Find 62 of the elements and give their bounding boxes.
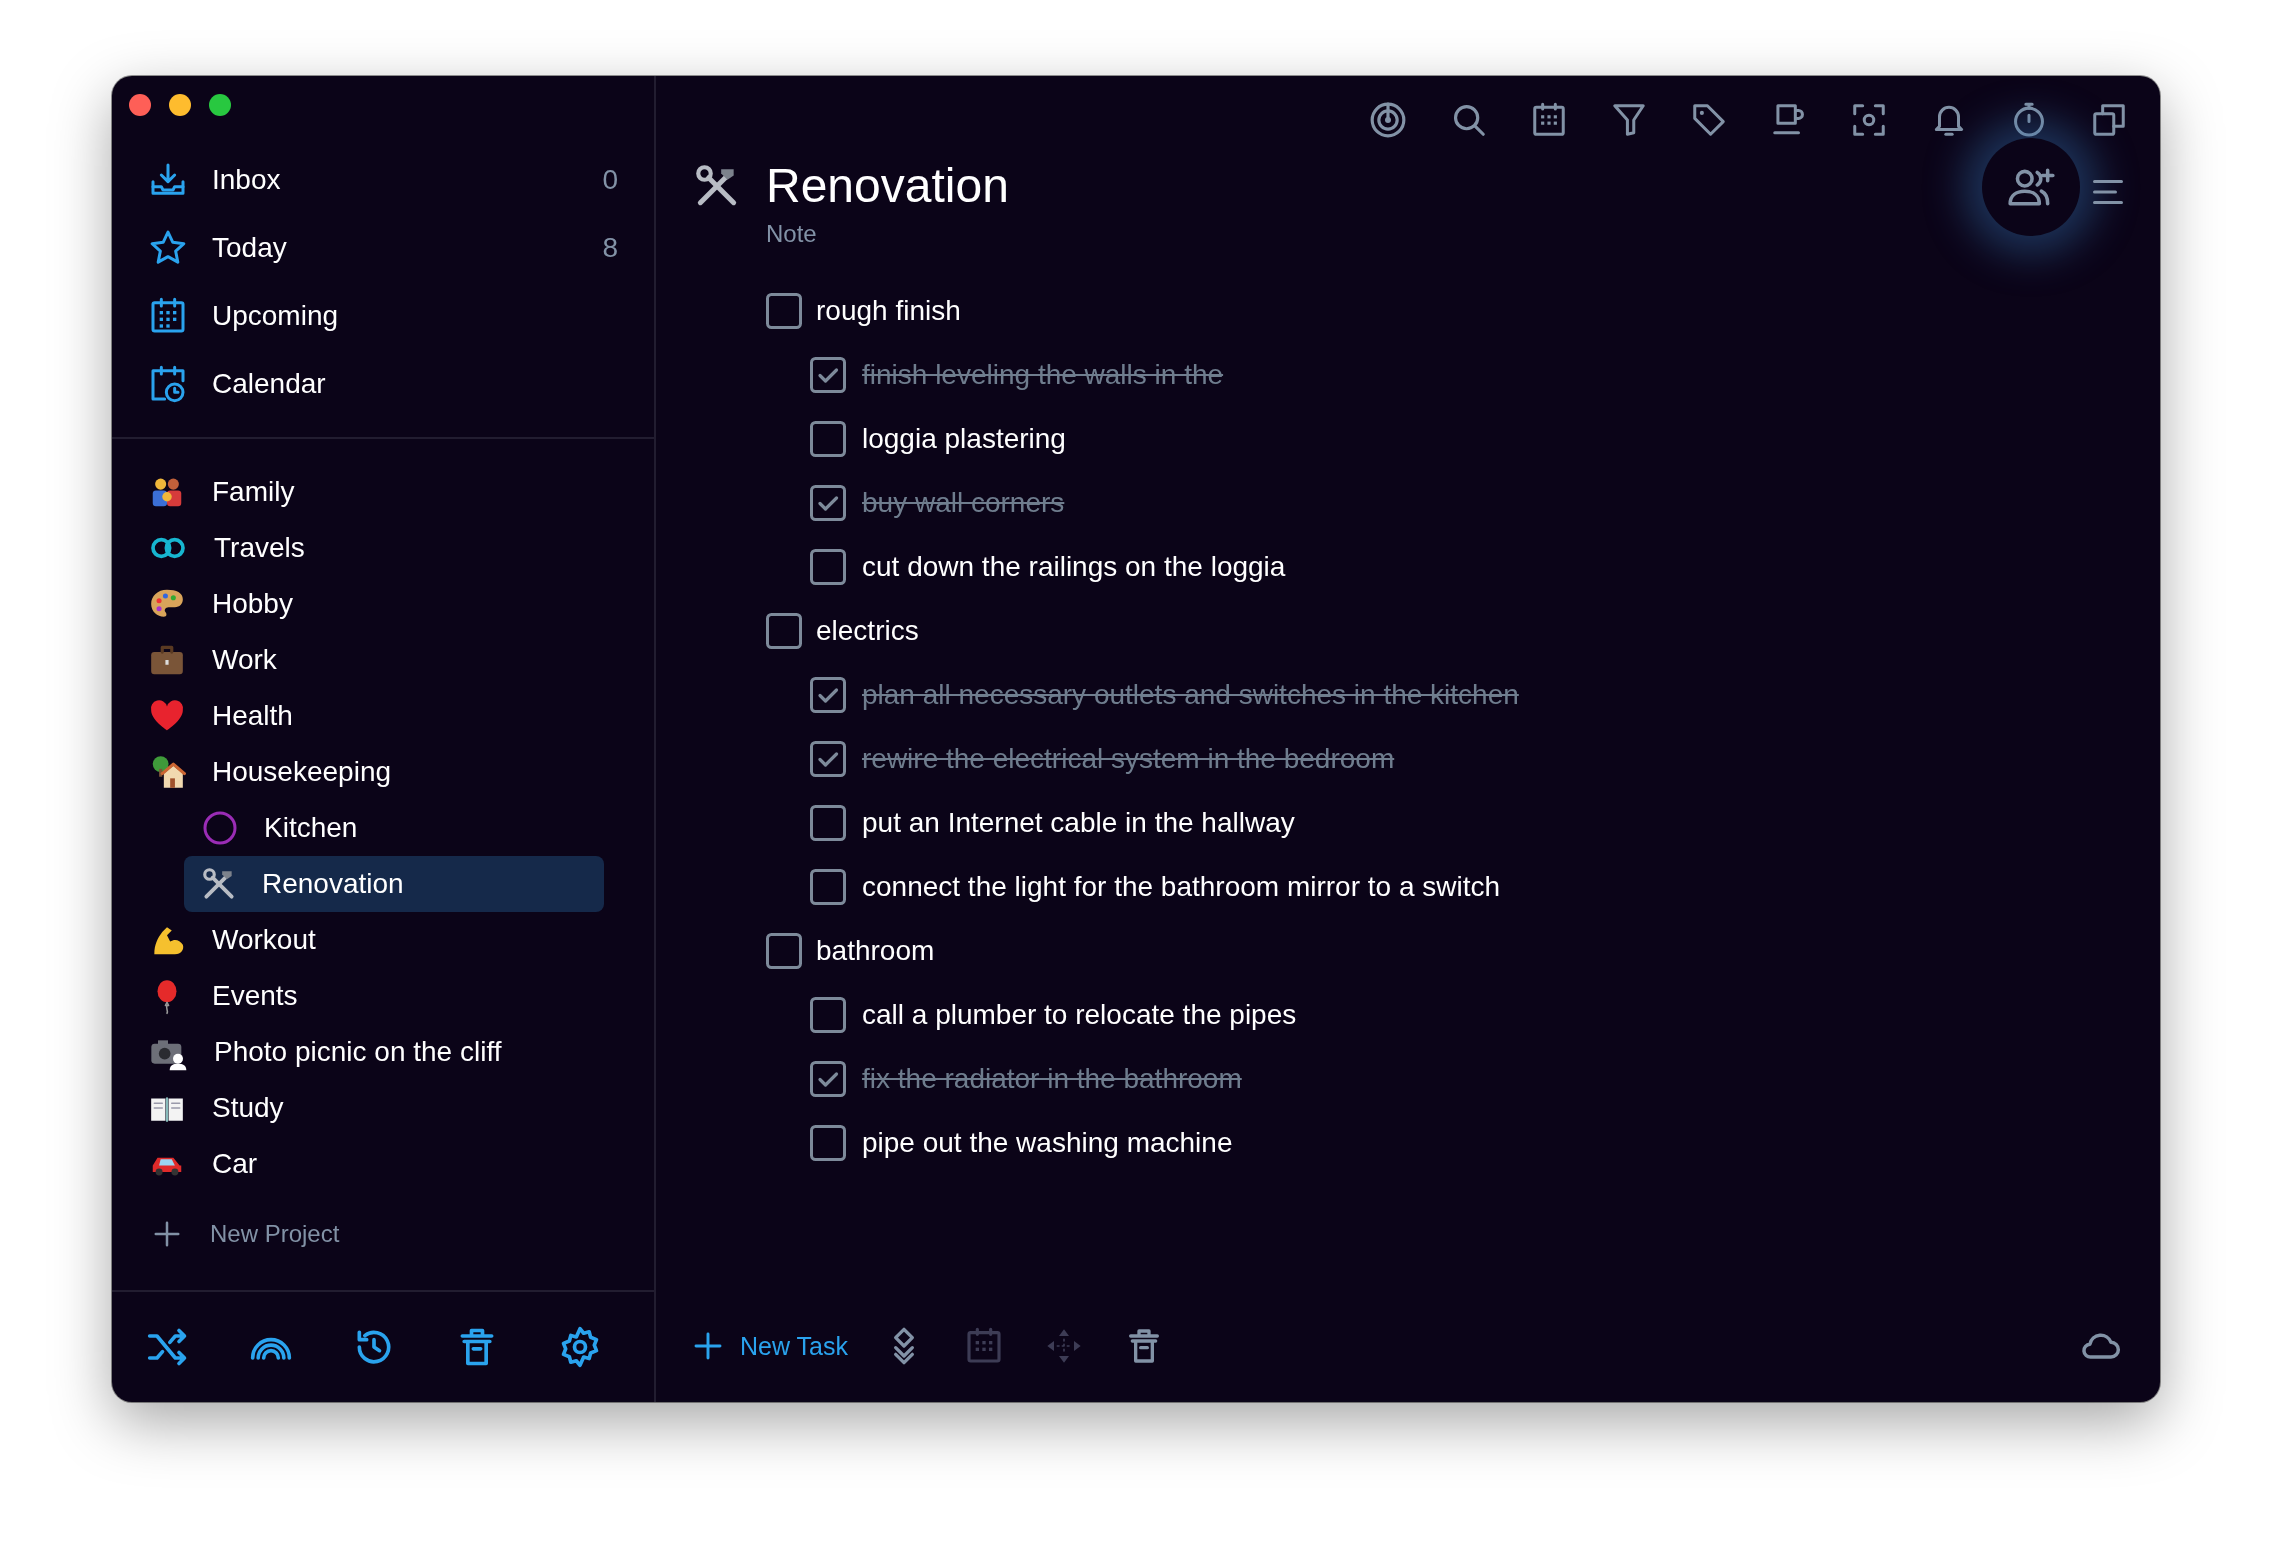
project-item[interactable]: Kitchen	[184, 800, 604, 856]
project-title: Renovation	[766, 158, 1009, 213]
task-label: loggia plastering	[862, 423, 1066, 455]
project-item[interactable]: Events	[112, 968, 604, 1024]
nav-item[interactable]: Inbox	[212, 164, 579, 196]
task-label: fix the radiator in the bathroom	[862, 1063, 1242, 1095]
task-label: electrics	[816, 615, 919, 647]
project-item[interactable]: Family	[112, 464, 604, 520]
project-item[interactable]: Workout	[112, 912, 604, 968]
project-item[interactable]: Work	[112, 632, 604, 688]
task-label: bathroom	[816, 935, 935, 967]
zoom-button[interactable]	[209, 94, 231, 116]
task-label: connect the light for the bathroom mirror to a switch	[862, 871, 1501, 903]
task-label: pipe out the washing machine	[862, 1127, 1233, 1159]
project-item[interactable]: Photo picnic on the cliff	[112, 1024, 604, 1080]
task-label: rough finish	[816, 295, 961, 327]
task-label: plan all necessary outlets and switches in the kitchen	[862, 679, 1519, 711]
project-item[interactable]: Health	[112, 688, 604, 744]
checkbox[interactable]	[810, 869, 846, 905]
project-item[interactable]: Car	[112, 1136, 604, 1192]
checkbox[interactable]	[810, 1125, 846, 1161]
checkbox[interactable]	[810, 741, 846, 777]
task-label: rewire the electrical system in the bedroom	[862, 743, 1395, 775]
close-button[interactable]	[129, 94, 151, 116]
plus-icon	[692, 1330, 724, 1362]
project-item[interactable]: Housekeeping	[112, 744, 604, 800]
minimize-button[interactable]	[169, 94, 191, 116]
checkbox[interactable]	[766, 933, 802, 969]
project-item[interactable]: Hobby	[112, 576, 604, 632]
new-project-button[interactable]: New Project	[112, 1206, 654, 1262]
project-item[interactable]: Renovation	[184, 856, 604, 912]
calendar-icon[interactable]	[1530, 101, 1568, 139]
note-field[interactable]: Note	[766, 219, 1166, 249]
tag-icon[interactable]	[1690, 101, 1728, 139]
task-label: call a plumber to relocate the pipes	[862, 999, 1297, 1031]
task-label: buy wall corners	[862, 487, 1065, 519]
nav-item[interactable]: Upcoming	[212, 300, 618, 332]
task-label: put an Internet cable in the hallway	[862, 807, 1295, 839]
project-item[interactable]: Study	[112, 1080, 604, 1136]
checkbox[interactable]	[766, 613, 802, 649]
focus-icon[interactable]	[1850, 101, 1888, 139]
filter-icon[interactable]	[1610, 101, 1648, 139]
checkbox[interactable]	[810, 357, 846, 393]
checkbox[interactable]	[810, 1061, 846, 1097]
radar-icon[interactable]	[1368, 100, 1408, 140]
checkbox[interactable]	[810, 677, 846, 713]
task-label: finish leveling the walls in the	[862, 359, 1224, 391]
copy-icon[interactable]	[2090, 101, 2128, 139]
nav-item[interactable]: Today	[212, 232, 579, 264]
checkbox[interactable]	[810, 805, 846, 841]
checkbox[interactable]	[810, 485, 846, 521]
checkbox[interactable]	[810, 421, 846, 457]
item-count: 8	[602, 232, 618, 264]
task-label: cut down the railings on the loggia	[862, 551, 1286, 583]
checkbox[interactable]	[766, 293, 802, 329]
new-task-button[interactable]: New Task	[692, 1330, 848, 1362]
item-count: 0	[602, 164, 618, 196]
checkbox[interactable]	[810, 549, 846, 585]
checkbox[interactable]	[810, 997, 846, 1033]
project-item[interactable]: Travels	[112, 520, 604, 576]
plus-icon	[152, 1219, 182, 1249]
nav-item[interactable]: Calendar	[212, 368, 618, 400]
